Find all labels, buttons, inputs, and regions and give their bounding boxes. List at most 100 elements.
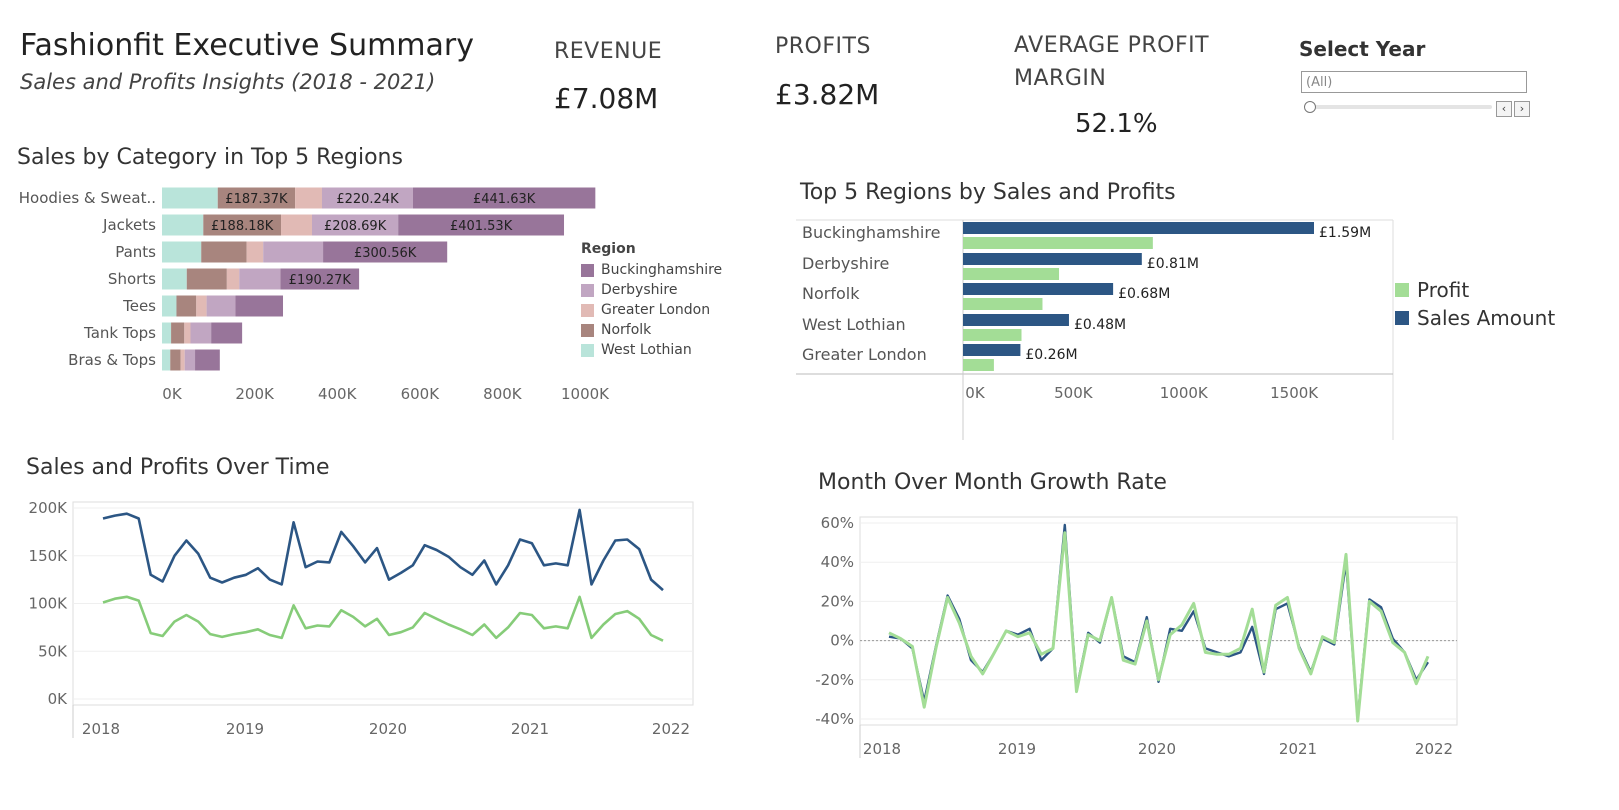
x-tick-label: 2019 [998,740,1036,758]
x-tick-label: 2018 [863,740,901,758]
bar-data-label: £208.69K [324,219,387,234]
y-tick-label: 100K [29,595,69,613]
bar-segment [201,241,247,263]
sales-by-category-chart: Hoodies & Sweat.. £187.37K £220.24K £441.63… [19,187,610,403]
y-tick-label: 0K [48,690,69,708]
x-tick-label: 400K [318,385,358,403]
category-label: Bras & Tops [68,351,156,369]
bar-data-label: £187.37K [225,192,288,207]
sales-data-label: £0.81M [1147,256,1199,272]
x-tick-label: 1500K [1270,384,1319,402]
y-tick-label: 150K [29,547,69,565]
page-title: Fashionfit Executive Summary [20,28,474,63]
y-tick-label: 60% [821,514,854,532]
avg-profit-margin-label: AVERAGE PROFIT MARGIN [1014,33,1210,91]
chevron-right-icon[interactable]: › [1514,101,1530,117]
y-tick-label: 0% [830,632,854,650]
x-tick-label: 500K [1054,384,1094,402]
bar-data-label: £220.24K [336,192,399,207]
category-label: Hoodies & Sweat.. [19,189,156,207]
avg-profit-margin-value: 52.1% [1075,109,1158,139]
profits-value: £3.82M [775,78,880,111]
sales-data-label: £0.48M [1074,317,1126,333]
y-tick-label: 20% [821,592,854,610]
bar-segment [162,241,202,263]
bar-segment [226,268,240,290]
x-tick-label: 1000K [561,385,610,403]
bar-data-label: £188.18K [211,219,274,234]
top-regions-title: Top 5 Regions by Sales and Profits [800,180,1176,205]
bar-segment [162,295,177,317]
profits-label: PROFITS [775,34,871,59]
region-label: West Lothian [802,315,906,334]
bar-segment [195,349,220,371]
bar-segment [235,295,284,317]
x-tick-label: 800K [483,385,523,403]
bar-segment [162,214,204,236]
sales-data-label: £1.59M [1319,225,1371,241]
bar-data-label: £401.53K [450,219,513,234]
page-subtitle: Sales and Profits Insights (2018 - 2021) [20,70,436,94]
year-slider-track[interactable] [1307,105,1492,109]
bar-data-label: £441.63K [473,192,536,207]
revenue-value: £7.08M [554,82,659,115]
bar-segment [171,322,185,344]
top-regions-chart: Buckinghamshire £1.59M Derbyshire £0.81M Nor… [796,219,1394,440]
bar-segment [162,187,218,209]
category-label: Tees [122,297,156,315]
sales-profits-over-time-title: Sales and Profits Over Time [26,455,330,480]
bar-segment [170,349,181,371]
x-tick-label: 2021 [1279,740,1317,758]
sales-profit-legend: Profit Sales Amount [1395,276,1555,332]
profit-line [888,531,1430,723]
bar-segment [295,187,322,209]
y-tick-label: 50K [38,642,68,660]
bar-segment [184,322,191,344]
bar-data-label: £300.56K [354,246,417,261]
bar-segment [211,322,243,344]
profit-bar [963,237,1153,249]
bar-segment [186,268,227,290]
bar-segment [162,322,172,344]
select-year-label: Select Year [1299,37,1426,61]
region-label: Buckinghamshire [802,223,940,242]
x-tick-label: 2018 [82,720,120,738]
sales-line [102,508,664,592]
sales-bar [963,222,1314,234]
x-tick-label: 2022 [652,720,690,738]
bar-segment [263,241,324,263]
x-tick-label: 200K [235,385,275,403]
y-tick-label: -20% [815,671,854,689]
bar-segment [196,295,207,317]
mom-growth-title: Month Over Month Growth Rate [818,470,1167,495]
region-label: Norfolk [802,284,860,303]
bar-segment [184,349,196,371]
x-tick-label: 0K [162,385,183,403]
sales-data-label: £0.26M [1025,347,1077,363]
profit-bar [963,268,1060,280]
bar-segment [176,295,197,317]
revenue-label: REVENUE [554,39,663,64]
category-label: Pants [115,243,156,261]
x-tick-label: 2020 [369,720,407,738]
mom-growth-chart: 60% 40% 20% 0% -20% -40% 2018 2019 2020 2021 2022 [815,514,1458,758]
legend-item-profit: Profit [1395,276,1555,304]
sales-bar [963,283,1114,295]
region-label: Derbyshire [802,254,889,273]
x-tick-label: 2022 [1415,740,1453,758]
category-label: Jackets [102,216,156,234]
x-tick-label: 2019 [226,720,264,738]
bar-segment [180,349,185,371]
chevron-left-icon[interactable]: ‹ [1496,101,1512,117]
bar-segment [190,322,212,344]
sales-data-label: £0.68M [1118,286,1170,302]
legend-item-sales-amount: Sales Amount [1395,304,1555,332]
year-filter-input[interactable]: (All) [1301,71,1527,93]
category-label: Shorts [108,270,156,288]
x-tick-label: 600K [401,385,441,403]
profit-bar [963,329,1022,341]
y-tick-label: 40% [821,553,854,571]
sales-bar [963,314,1069,326]
year-slider-thumb[interactable] [1304,101,1316,113]
y-tick-label: 200K [29,499,69,517]
